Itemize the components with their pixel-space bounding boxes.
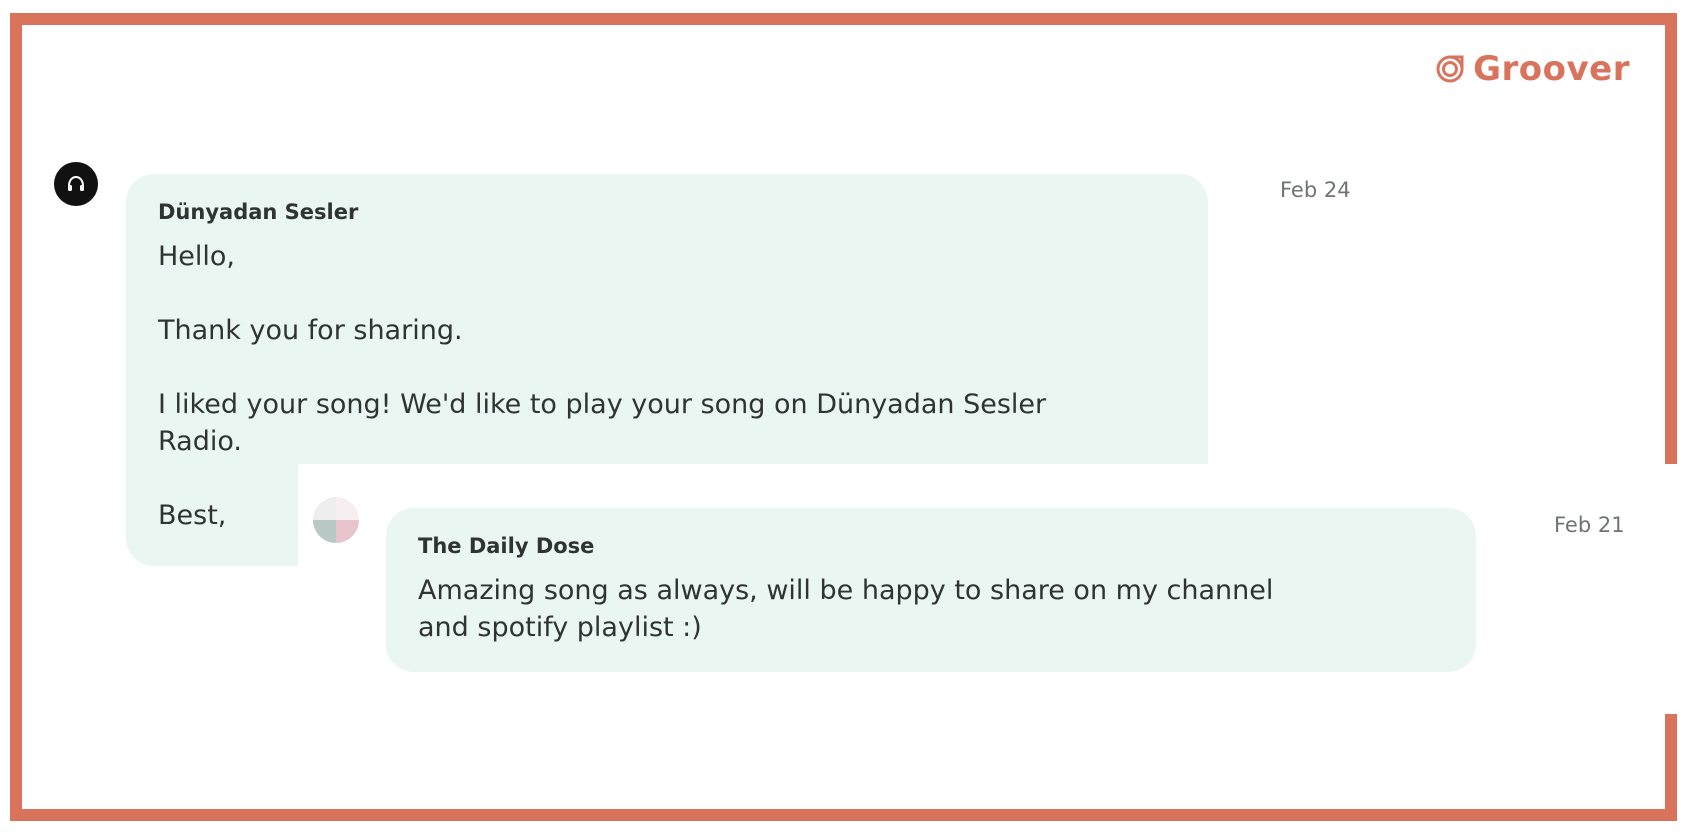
message-bubble-2: The Daily Dose Amazing song as always, w…: [386, 508, 1476, 672]
message-line: Radio.: [158, 426, 242, 457]
message-line: Hello,: [158, 241, 236, 272]
brand-name: Groover: [1473, 49, 1630, 89]
sender-name: The Daily Dose: [418, 534, 595, 558]
message-line: Amazing song as always, will be happy to…: [418, 575, 1274, 606]
sender-name: Dünyadan Sesler: [158, 200, 359, 224]
groover-logo-icon: [1435, 54, 1465, 84]
groover-logo: Groover: [1435, 52, 1630, 86]
message-line: Thank you for sharing.: [158, 315, 463, 346]
avatar-dunyadan-sesler: [54, 162, 98, 206]
avatar-the-daily-dose: [313, 497, 359, 543]
message-date: Feb 24: [1280, 178, 1351, 202]
message-line: I liked your song! We'd like to play you…: [158, 389, 1047, 420]
headphones-icon: [68, 175, 84, 191]
message-date: Feb 21: [1554, 513, 1625, 537]
message-line: and spotify playlist :): [418, 612, 702, 643]
quadrant-avatar-icon: [313, 497, 359, 543]
